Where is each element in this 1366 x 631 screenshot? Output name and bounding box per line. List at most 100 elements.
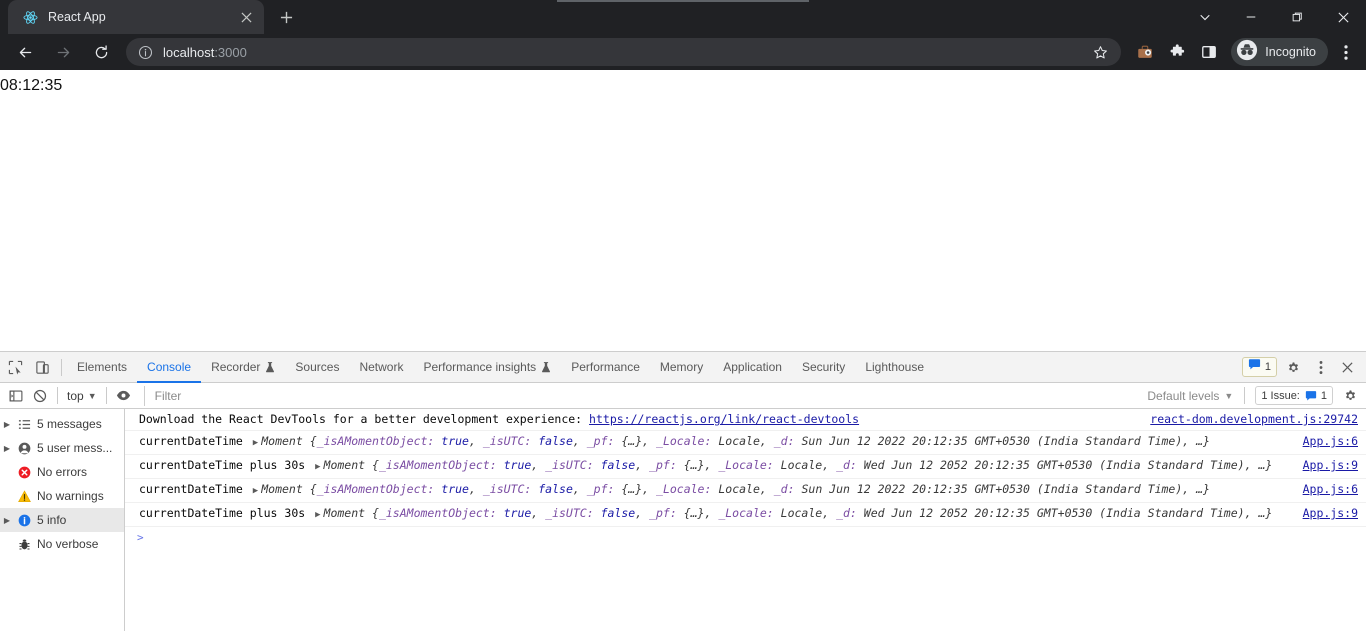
object-prop-key: _isAMomentObject: xyxy=(378,458,497,472)
sep: , xyxy=(642,482,657,496)
object-prop-value: Locale xyxy=(718,482,760,496)
source-link[interactable]: App.js:9 xyxy=(1291,506,1366,521)
sidebar-item-label: No verbose xyxy=(37,537,99,551)
back-arrow-icon[interactable] xyxy=(10,37,40,67)
console-filter-input[interactable] xyxy=(143,385,1142,406)
source-link[interactable]: react-dom.development.js:29742 xyxy=(1138,412,1366,427)
error-icon xyxy=(14,466,34,479)
incognito-indicator[interactable]: Incognito xyxy=(1231,38,1328,66)
tab-label: Network xyxy=(359,360,404,374)
console-message-row[interactable]: currentDateTime ▶ Moment {_isAMomentObjec… xyxy=(125,479,1366,503)
sidebar-item-messages[interactable]: ▶ 5 messages xyxy=(0,412,124,436)
briefcase-icon[interactable] xyxy=(1131,38,1159,66)
source-link[interactable]: App.js:6 xyxy=(1291,434,1366,449)
chevron-right-icon[interactable]: ▶ xyxy=(0,444,14,453)
devtools-tab-security[interactable]: Security xyxy=(792,352,855,383)
chevron-right-icon[interactable]: ▶ xyxy=(0,516,14,525)
info-circle-icon[interactable] xyxy=(136,43,154,61)
object-constructor: Moment xyxy=(323,506,366,520)
extensions-puzzle-icon[interactable] xyxy=(1163,38,1191,66)
object-prop-key: _pf: xyxy=(586,482,615,496)
devtools-settings-gear-icon[interactable] xyxy=(1280,354,1307,381)
issues-counter[interactable]: 1 Issue: 1 xyxy=(1255,386,1333,405)
sidebar-item-user-messages[interactable]: ▶ 5 user mess... xyxy=(0,436,124,460)
object-prop-key: _pf: xyxy=(586,434,615,448)
object-prop-value: true xyxy=(441,434,469,448)
object-disclosure-triangle-icon[interactable]: ▶ xyxy=(312,462,323,472)
side-panel-icon[interactable] xyxy=(1195,38,1223,66)
devtools-tab-lighthouse[interactable]: Lighthouse xyxy=(855,352,934,383)
react-devtools-link[interactable]: https://reactjs.org/link/react-devtools xyxy=(589,412,859,426)
browser-kebab-menu-icon[interactable] xyxy=(1332,38,1360,66)
devtools-kebab-menu-icon[interactable] xyxy=(1307,354,1334,381)
tab-search-chevron-down-icon[interactable] xyxy=(1182,0,1228,34)
devtools-tab-console[interactable]: Console xyxy=(137,352,201,383)
console-prompt[interactable]: > xyxy=(125,527,1366,547)
devtools-close-icon[interactable] xyxy=(1334,354,1361,381)
browser-tab[interactable]: React App xyxy=(8,0,264,34)
new-tab-button[interactable] xyxy=(272,3,300,31)
forward-arrow-icon[interactable] xyxy=(48,37,78,67)
devtools-tab-memory[interactable]: Memory xyxy=(650,352,713,383)
devtools-tab-network[interactable]: Network xyxy=(349,352,413,383)
console-message-row[interactable]: Download the React DevTools for a better… xyxy=(125,409,1366,431)
object-brace-close: , …} xyxy=(1244,506,1273,520)
chevron-right-icon[interactable]: ▶ xyxy=(0,420,14,429)
source-link[interactable]: App.js:9 xyxy=(1291,458,1366,473)
devtools-tab-recorder[interactable]: Recorder xyxy=(201,352,285,383)
devtools-tab-performance-insights[interactable]: Performance insights xyxy=(413,352,561,383)
devtools-tab-performance[interactable]: Performance xyxy=(561,352,650,383)
tab-close-icon[interactable] xyxy=(236,7,256,27)
object-constructor: Moment xyxy=(261,434,303,448)
flask-icon xyxy=(265,361,275,373)
window-maximize-icon[interactable] xyxy=(1274,0,1320,34)
sep: , xyxy=(572,482,587,496)
reload-icon[interactable] xyxy=(86,37,116,67)
message-count-badge[interactable]: 1 xyxy=(1241,357,1277,377)
console-message-row[interactable]: currentDateTime plus 30s ▶ Moment {_isAMo… xyxy=(125,455,1366,479)
devtools-tab-elements[interactable]: Elements xyxy=(67,352,137,383)
devtools-tab-application[interactable]: Application xyxy=(713,352,792,383)
console-settings-gear-icon[interactable] xyxy=(1338,384,1362,408)
object-disclosure-triangle-icon[interactable]: ▶ xyxy=(250,486,261,496)
sep: , xyxy=(822,506,837,520)
source-link[interactable]: App.js:6 xyxy=(1291,482,1366,497)
clear-console-icon[interactable] xyxy=(28,384,52,408)
warning-icon xyxy=(14,489,34,503)
tab-label: Lighthouse xyxy=(865,360,925,374)
execution-context-selector[interactable]: top ▼ xyxy=(63,386,101,406)
sidebar-item-info[interactable]: ▶ 5 info xyxy=(0,508,124,532)
tab-strip: React App xyxy=(0,0,1366,34)
device-toolbar-icon[interactable] xyxy=(29,354,56,381)
sidebar-item-errors[interactable]: No errors xyxy=(0,460,124,484)
object-brace-open: { xyxy=(309,482,317,496)
object-prop-value: {…} xyxy=(683,506,705,520)
live-expression-eye-icon[interactable] xyxy=(112,384,136,408)
sidebar-item-warnings[interactable]: No warnings xyxy=(0,484,124,508)
window-close-icon[interactable] xyxy=(1320,0,1366,34)
inspect-element-icon[interactable] xyxy=(2,354,29,381)
object-prop-key: _isUTC: xyxy=(545,506,594,520)
console-message-content: currentDateTime ▶ Moment {_isAMomentObjec… xyxy=(139,482,1291,499)
window-controls xyxy=(1182,0,1366,34)
tab-title: React App xyxy=(48,10,106,24)
react-logo-icon xyxy=(22,9,39,26)
sidebar-item-verbose[interactable]: No verbose xyxy=(0,532,124,556)
console-message-row[interactable]: currentDateTime plus 30s ▶ Moment {_isAMo… xyxy=(125,503,1366,527)
window-minimize-icon[interactable] xyxy=(1228,0,1274,34)
console-sidebar-toggle-icon[interactable] xyxy=(4,384,28,408)
object-disclosure-triangle-icon[interactable]: ▶ xyxy=(250,438,261,448)
sidebar-item-label: No warnings xyxy=(37,489,104,503)
console-message-row[interactable]: currentDateTime ▶ Moment {_isAMomentObjec… xyxy=(125,431,1366,455)
devtools-tabbar-actions: 1 xyxy=(1241,354,1366,381)
star-icon[interactable] xyxy=(1087,39,1113,65)
object-disclosure-triangle-icon[interactable]: ▶ xyxy=(312,510,323,520)
object-prop-key: _isAMomentObject: xyxy=(378,506,497,520)
sidebar-item-label: No errors xyxy=(37,465,88,479)
object-prop-value: false xyxy=(538,482,573,496)
omnibox[interactable]: localhost:3000 xyxy=(126,38,1122,66)
object-prop-value: Locale xyxy=(780,458,823,472)
log-levels-selector[interactable]: Default levels ▼ xyxy=(1141,389,1239,403)
devtools-tab-sources[interactable]: Sources xyxy=(285,352,349,383)
omnibox-url[interactable]: localhost:3000 xyxy=(163,45,1087,60)
